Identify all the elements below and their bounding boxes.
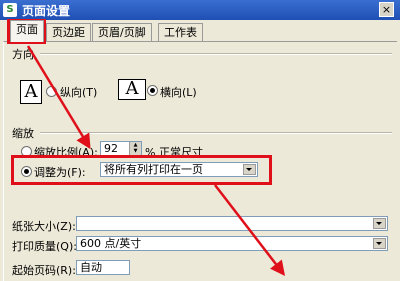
annotation-arrows: [26, 45, 286, 276]
tab-page[interactable]: 页面: [10, 20, 44, 42]
annotation-arrow-2: [214, 184, 286, 276]
annotation-arrow-1: [26, 45, 91, 150]
